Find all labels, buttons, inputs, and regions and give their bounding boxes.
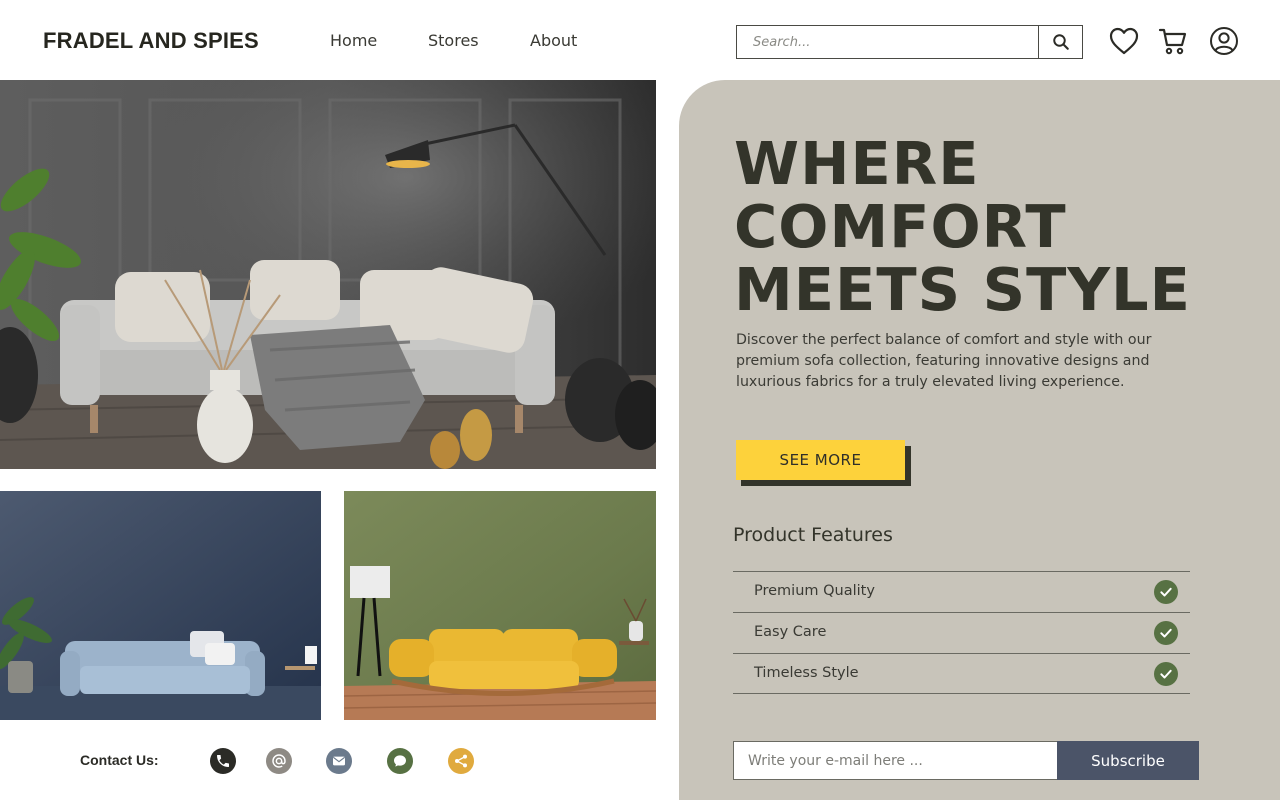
contact-chat-button[interactable] <box>387 748 413 774</box>
features-title: Product Features <box>733 524 893 546</box>
contact-phone-button[interactable] <box>210 748 236 774</box>
hero-image-gray-sofa <box>0 80 656 469</box>
hero-title-line-3: MEETS STYLE <box>734 255 1191 324</box>
hero-title-line-1: WHERE <box>734 129 980 198</box>
image-blue-sofa <box>0 491 321 720</box>
feature-item: Easy Care <box>733 612 1190 653</box>
feature-item: Timeless Style <box>733 653 1190 694</box>
nav-about-link[interactable]: About <box>530 31 577 50</box>
contact-mail-button[interactable] <box>326 748 352 774</box>
phone-icon <box>217 755 229 767</box>
contact-at-button[interactable] <box>266 748 292 774</box>
account-button[interactable] <box>1208 25 1240 57</box>
share-icon <box>455 754 467 768</box>
hero-panel: WHERE COMFORT MEETS STYLE Discover the p… <box>679 80 1280 800</box>
image-yellow-sofa <box>344 491 656 720</box>
cart-icon <box>1158 28 1187 55</box>
search-input[interactable] <box>737 26 1039 58</box>
feature-label: Easy Care <box>754 624 827 640</box>
mail-icon <box>332 756 346 766</box>
wishlist-button[interactable] <box>1108 25 1140 57</box>
check-icon <box>1154 580 1178 604</box>
hero-title-line-2: COMFORT <box>734 192 1067 261</box>
hero-title: WHERE COMFORT MEETS STYLE <box>734 132 1254 321</box>
feature-label: Timeless Style <box>754 665 859 681</box>
nav-home-link[interactable]: Home <box>330 31 377 50</box>
site-header: FRADEL AND SPIES Home Stores About <box>0 0 1280 80</box>
feature-label: Premium Quality <box>754 583 875 599</box>
contact-label: Contact Us: <box>80 752 159 768</box>
newsletter-form: Subscribe <box>733 741 1199 780</box>
contact-share-button[interactable] <box>448 748 474 774</box>
user-icon <box>1210 27 1238 55</box>
search-icon <box>1052 34 1069 50</box>
see-more-button[interactable]: SEE MORE <box>736 440 905 480</box>
brand-logo[interactable]: FRADEL AND SPIES <box>43 28 259 54</box>
search-bar <box>736 25 1083 59</box>
email-field[interactable] <box>733 741 1058 780</box>
nav-stores-link[interactable]: Stores <box>428 31 479 50</box>
hero-description: Discover the perfect balance of comfort … <box>736 332 1152 390</box>
search-button[interactable] <box>1038 26 1082 58</box>
check-icon <box>1154 662 1178 686</box>
features-list: Premium Quality Easy Care Timeless Style <box>733 571 1190 694</box>
chat-icon <box>394 755 406 767</box>
heart-icon <box>1109 27 1139 55</box>
feature-item: Premium Quality <box>733 571 1190 612</box>
cart-button[interactable] <box>1157 25 1189 57</box>
at-icon <box>272 754 286 768</box>
check-icon <box>1154 621 1178 645</box>
subscribe-button[interactable]: Subscribe <box>1057 741 1199 780</box>
